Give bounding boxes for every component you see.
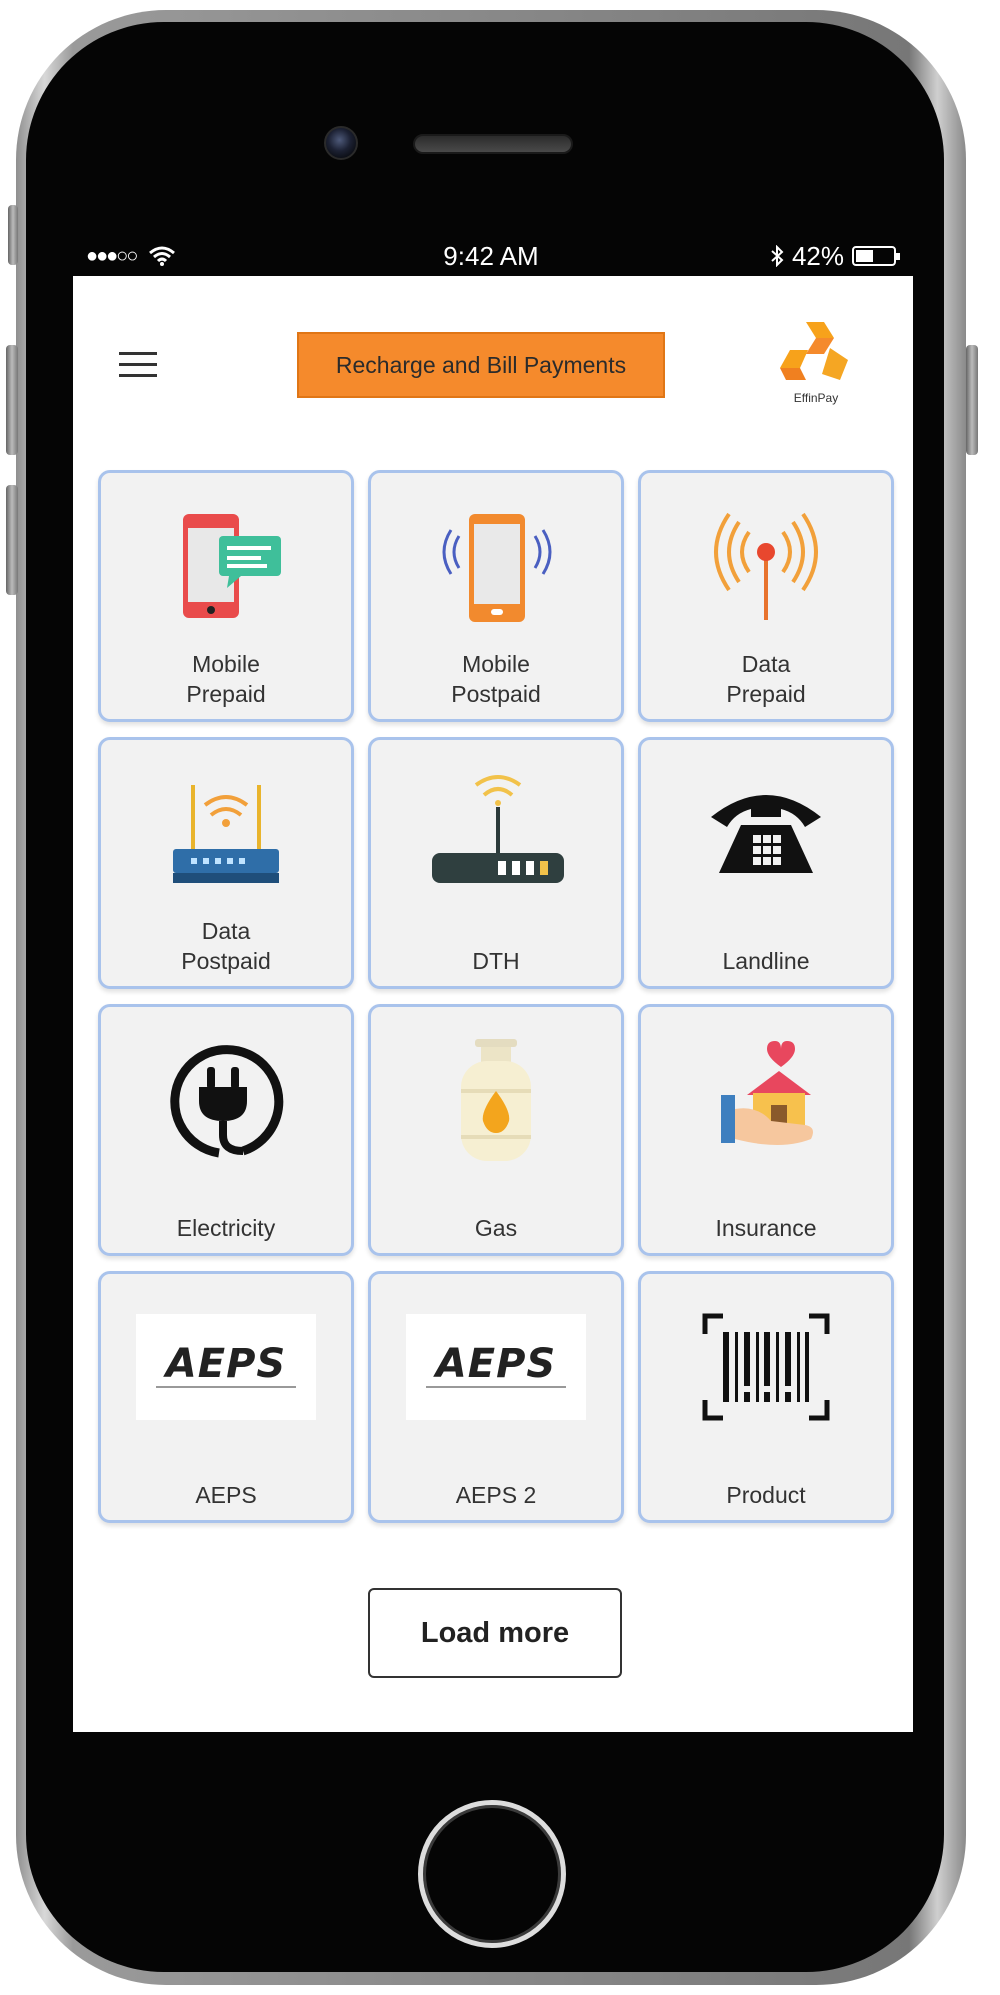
service-label: DTH <box>472 948 520 974</box>
load-more-button[interactable]: Load more <box>368 1588 622 1678</box>
dth-box-icon <box>432 775 564 883</box>
plug-icon <box>170 1045 284 1158</box>
antenna-signal-icon <box>714 512 818 620</box>
status-bar: ●●●○○ 9:42 AM 42% <box>76 236 906 276</box>
power-button <box>966 345 978 455</box>
service-label: Gas <box>474 1215 518 1241</box>
service-tile-mobile-postpaid[interactable]: Mobile Postpaid <box>368 470 624 722</box>
service-label: Landline <box>722 948 810 974</box>
aeps-logo-text: AEPS <box>435 1341 557 1387</box>
home-button[interactable] <box>418 1800 566 1948</box>
gas-cylinder-icon <box>461 1039 531 1161</box>
services-grid: Mobile Prepaid Mobile Postpaid Data Prep… <box>98 470 898 1523</box>
battery-icon <box>852 246 900 266</box>
service-label: Data Postpaid <box>181 918 271 974</box>
service-tile-data-prepaid[interactable]: Data Prepaid <box>638 470 894 722</box>
service-tile-electricity[interactable]: Electricity <box>98 1004 354 1256</box>
aeps-logo: AEPS <box>406 1314 586 1420</box>
volume-up-button <box>6 345 18 455</box>
service-label: Mobile Prepaid <box>186 651 266 707</box>
service-tile-insurance[interactable]: Insurance <box>638 1004 894 1256</box>
front-camera <box>324 126 358 160</box>
service-label: Electricity <box>176 1215 276 1241</box>
service-tile-aeps[interactable]: AEPS AEPS <box>98 1271 354 1523</box>
mobile-chat-icon <box>183 514 281 618</box>
service-label: Data Prepaid <box>726 651 806 707</box>
service-label: AEPS <box>195 1482 257 1508</box>
service-label: Insurance <box>715 1215 817 1241</box>
service-tile-dth[interactable]: DTH <box>368 737 624 989</box>
logo-text: EffinPay <box>793 391 839 405</box>
aeps-underline <box>156 1386 296 1388</box>
service-label: AEPS 2 <box>455 1482 537 1508</box>
service-label: Product <box>726 1482 806 1508</box>
telephone-icon <box>711 795 821 873</box>
earpiece-speaker <box>413 134 573 154</box>
service-tile-data-postpaid[interactable]: Data Postpaid <box>98 737 354 989</box>
service-tile-landline[interactable]: Landline <box>638 737 894 989</box>
mobile-vibrate-icon <box>442 514 552 622</box>
logo-mark-icon <box>780 322 848 380</box>
bluetooth-icon <box>771 245 784 267</box>
app-screen: Recharge and Bill Payments EffinPay Mobi… <box>73 276 913 1732</box>
page-title: Recharge and Bill Payments <box>297 332 665 398</box>
mute-switch <box>8 205 18 265</box>
service-tile-product[interactable]: Product <box>638 1271 894 1523</box>
aeps-logo: AEPS <box>136 1314 316 1420</box>
barcode-icon <box>702 1313 830 1421</box>
service-tile-mobile-prepaid[interactable]: Mobile Prepaid <box>98 470 354 722</box>
hamburger-menu-icon[interactable] <box>119 352 157 380</box>
service-label: Mobile Postpaid <box>451 651 541 707</box>
service-tile-gas[interactable]: Gas <box>368 1004 624 1256</box>
aeps-underline <box>426 1386 566 1388</box>
service-tile-aeps-2[interactable]: AEPS AEPS 2 <box>368 1271 624 1523</box>
volume-down-button <box>6 485 18 595</box>
house-insurance-icon <box>721 1041 813 1145</box>
aeps-logo-text: AEPS <box>165 1341 287 1387</box>
battery-percentage: 42% <box>791 240 844 271</box>
wifi-router-icon <box>173 785 279 883</box>
effinpay-logo: EffinPay <box>771 316 861 411</box>
